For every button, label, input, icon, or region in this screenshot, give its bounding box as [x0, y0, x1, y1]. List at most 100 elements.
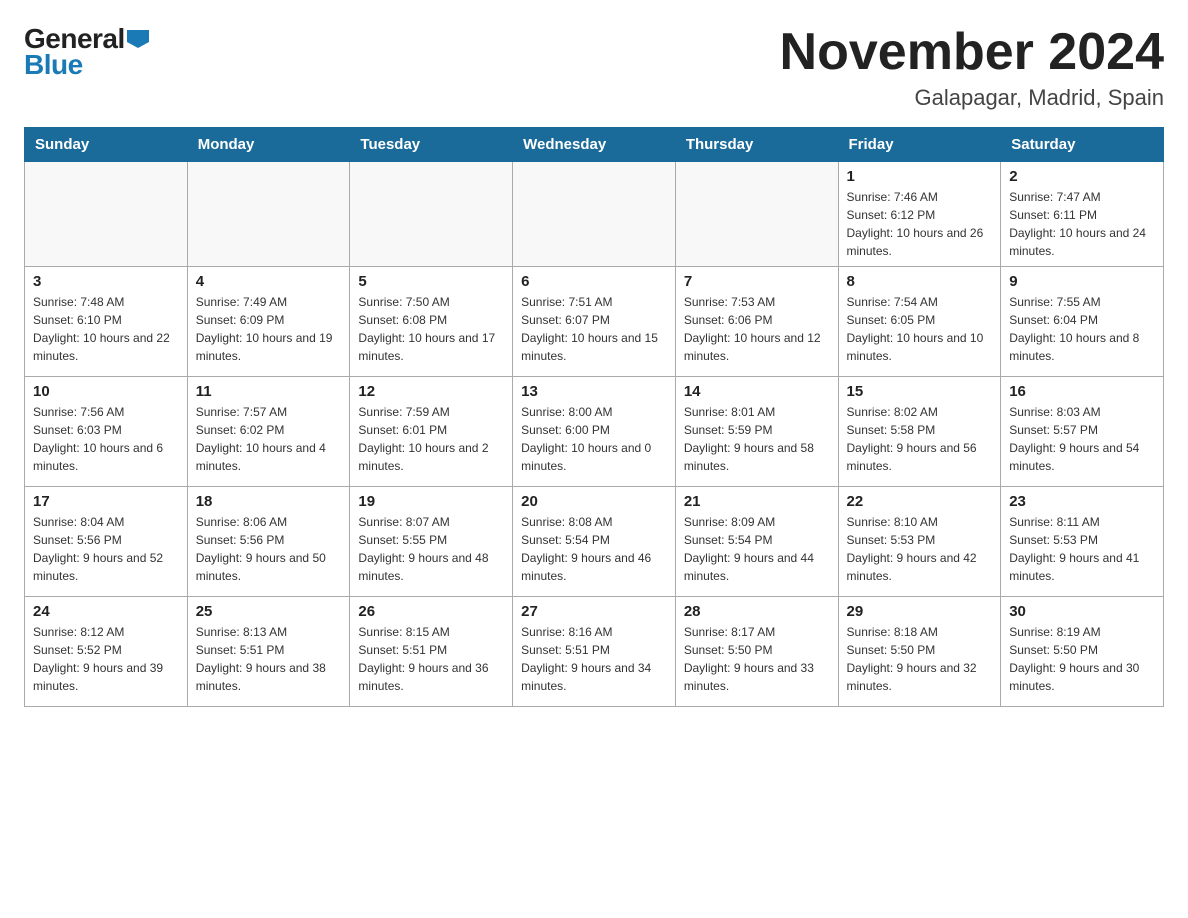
logo-blue-text: Blue: [24, 49, 83, 81]
calendar-cell: [350, 162, 513, 267]
calendar-cell: 25 Sunrise: 8:13 AMSunset: 5:51 PMDayligh…: [187, 597, 350, 707]
calendar-cell: 2 Sunrise: 7:47 AMSunset: 6:11 PMDaylight…: [1001, 162, 1164, 267]
day-info: Sunrise: 7:48 AMSunset: 6:10 PMDaylight:…: [33, 293, 179, 365]
calendar-title: November 2024: [780, 24, 1164, 81]
day-info: Sunrise: 7:53 AMSunset: 6:06 PMDaylight:…: [684, 293, 830, 365]
calendar-cell: 15 Sunrise: 8:02 AMSunset: 5:58 PMDayligh…: [838, 377, 1001, 487]
week-row-3: 10 Sunrise: 7:56 AMSunset: 6:03 PMDayligh…: [25, 377, 1164, 487]
calendar-cell: 10 Sunrise: 7:56 AMSunset: 6:03 PMDayligh…: [25, 377, 188, 487]
calendar-cell: 8 Sunrise: 7:54 AMSunset: 6:05 PMDaylight…: [838, 267, 1001, 377]
calendar-cell: 4 Sunrise: 7:49 AMSunset: 6:09 PMDaylight…: [187, 267, 350, 377]
weekday-header-friday: Friday: [838, 128, 1001, 162]
day-info: Sunrise: 8:19 AMSunset: 5:50 PMDaylight:…: [1009, 623, 1155, 695]
page-header: General Blue November 2024 Galapagar, Ma…: [24, 24, 1164, 111]
day-number: 6: [521, 273, 667, 290]
calendar-cell: 24 Sunrise: 8:12 AMSunset: 5:52 PMDayligh…: [25, 597, 188, 707]
day-info: Sunrise: 8:08 AMSunset: 5:54 PMDaylight:…: [521, 513, 667, 585]
day-number: 29: [847, 603, 993, 620]
logo-arrow-icon: [127, 30, 149, 48]
day-number: 13: [521, 383, 667, 400]
calendar-cell: [513, 162, 676, 267]
calendar-table: SundayMondayTuesdayWednesdayThursdayFrid…: [24, 127, 1164, 707]
calendar-cell: [675, 162, 838, 267]
weekday-header-saturday: Saturday: [1001, 128, 1164, 162]
title-block: November 2024 Galapagar, Madrid, Spain: [780, 24, 1164, 111]
calendar-cell: 5 Sunrise: 7:50 AMSunset: 6:08 PMDaylight…: [350, 267, 513, 377]
day-number: 1: [847, 168, 993, 185]
day-number: 10: [33, 383, 179, 400]
day-number: 24: [33, 603, 179, 620]
day-number: 11: [196, 383, 342, 400]
week-row-4: 17Sunrise: 8:04 AMSunset: 5:56 PMDayligh…: [25, 487, 1164, 597]
weekday-header-wednesday: Wednesday: [513, 128, 676, 162]
calendar-cell: 9 Sunrise: 7:55 AMSunset: 6:04 PMDaylight…: [1001, 267, 1164, 377]
day-info: Sunrise: 7:54 AMSunset: 6:05 PMDaylight:…: [847, 293, 993, 365]
weekday-header-sunday: Sunday: [25, 128, 188, 162]
calendar-cell: 12 Sunrise: 7:59 AMSunset: 6:01 PMDayligh…: [350, 377, 513, 487]
day-number: 9: [1009, 273, 1155, 290]
day-info: Sunrise: 7:56 AMSunset: 6:03 PMDaylight:…: [33, 403, 179, 475]
calendar-cell: 6 Sunrise: 7:51 AMSunset: 6:07 PMDaylight…: [513, 267, 676, 377]
day-info: Sunrise: 8:15 AMSunset: 5:51 PMDaylight:…: [358, 623, 504, 695]
day-number: 27: [521, 603, 667, 620]
day-number: 25: [196, 603, 342, 620]
week-row-2: 3 Sunrise: 7:48 AMSunset: 6:10 PMDaylight…: [25, 267, 1164, 377]
day-info: Sunrise: 8:11 AMSunset: 5:53 PMDaylight:…: [1009, 513, 1155, 585]
calendar-cell: 30 Sunrise: 8:19 AMSunset: 5:50 PMDayligh…: [1001, 597, 1164, 707]
day-info: Sunrise: 8:17 AMSunset: 5:50 PMDaylight:…: [684, 623, 830, 695]
day-info: Sunrise: 8:06 AMSunset: 5:56 PMDaylight:…: [196, 513, 342, 585]
calendar-cell: 19 Sunrise: 8:07 AMSunset: 5:55 PMDayligh…: [350, 487, 513, 597]
calendar-cell: 26 Sunrise: 8:15 AMSunset: 5:51 PMDayligh…: [350, 597, 513, 707]
day-info: Sunrise: 7:50 AMSunset: 6:08 PMDaylight:…: [358, 293, 504, 365]
calendar-cell: 23 Sunrise: 8:11 AMSunset: 5:53 PMDayligh…: [1001, 487, 1164, 597]
day-number: 8: [847, 273, 993, 290]
calendar-subtitle: Galapagar, Madrid, Spain: [780, 85, 1164, 111]
day-number: 12: [358, 383, 504, 400]
day-number: 30: [1009, 603, 1155, 620]
day-info: Sunrise: 8:12 AMSunset: 5:52 PMDaylight:…: [33, 623, 179, 695]
calendar-cell: 7 Sunrise: 7:53 AMSunset: 6:06 PMDaylight…: [675, 267, 838, 377]
calendar-cell: 28 Sunrise: 8:17 AMSunset: 5:50 PMDayligh…: [675, 597, 838, 707]
day-number: 22: [847, 493, 993, 510]
day-number: 2: [1009, 168, 1155, 185]
day-number: 18: [196, 493, 342, 510]
day-info: Sunrise: 7:51 AMSunset: 6:07 PMDaylight:…: [521, 293, 667, 365]
day-info: Sunrise: 8:07 AMSunset: 5:55 PMDaylight:…: [358, 513, 504, 585]
day-info: Sunrise: 7:57 AMSunset: 6:02 PMDaylight:…: [196, 403, 342, 475]
calendar-cell: [25, 162, 188, 267]
week-row-1: 1Sunrise: 7:46 AMSunset: 6:12 PMDaylight…: [25, 162, 1164, 267]
day-number: 17: [33, 493, 179, 510]
day-info: Sunrise: 7:59 AMSunset: 6:01 PMDaylight:…: [358, 403, 504, 475]
day-number: 4: [196, 273, 342, 290]
day-info: Sunrise: 8:10 AMSunset: 5:53 PMDaylight:…: [847, 513, 993, 585]
calendar-cell: 22 Sunrise: 8:10 AMSunset: 5:53 PMDayligh…: [838, 487, 1001, 597]
calendar-cell: 20 Sunrise: 8:08 AMSunset: 5:54 PMDayligh…: [513, 487, 676, 597]
week-row-5: 24 Sunrise: 8:12 AMSunset: 5:52 PMDayligh…: [25, 597, 1164, 707]
day-number: 3: [33, 273, 179, 290]
day-info: Sunrise: 8:00 AMSunset: 6:00 PMDaylight:…: [521, 403, 667, 475]
day-info: Sunrise: 7:49 AMSunset: 6:09 PMDaylight:…: [196, 293, 342, 365]
day-info: Sunrise: 8:13 AMSunset: 5:51 PMDaylight:…: [196, 623, 342, 695]
weekday-header-thursday: Thursday: [675, 128, 838, 162]
calendar-cell: 17Sunrise: 8:04 AMSunset: 5:56 PMDayligh…: [25, 487, 188, 597]
day-number: 28: [684, 603, 830, 620]
day-info: Sunrise: 7:55 AMSunset: 6:04 PMDaylight:…: [1009, 293, 1155, 365]
logo: General Blue: [24, 24, 149, 81]
day-number: 20: [521, 493, 667, 510]
day-number: 19: [358, 493, 504, 510]
day-number: 23: [1009, 493, 1155, 510]
day-info: Sunrise: 8:01 AMSunset: 5:59 PMDaylight:…: [684, 403, 830, 475]
day-number: 7: [684, 273, 830, 290]
day-number: 21: [684, 493, 830, 510]
calendar-cell: 29 Sunrise: 8:18 AMSunset: 5:50 PMDayligh…: [838, 597, 1001, 707]
day-number: 15: [847, 383, 993, 400]
day-info: Sunrise: 8:02 AMSunset: 5:58 PMDaylight:…: [847, 403, 993, 475]
day-info: Sunrise: 8:18 AMSunset: 5:50 PMDaylight:…: [847, 623, 993, 695]
day-number: 5: [358, 273, 504, 290]
calendar-cell: 18 Sunrise: 8:06 AMSunset: 5:56 PMDayligh…: [187, 487, 350, 597]
day-number: 26: [358, 603, 504, 620]
weekday-header-tuesday: Tuesday: [350, 128, 513, 162]
calendar-cell: 16Sunrise: 8:03 AMSunset: 5:57 PMDayligh…: [1001, 377, 1164, 487]
day-info: Sunrise: 7:47 AMSunset: 6:11 PMDaylight:…: [1009, 188, 1155, 260]
day-info: Sunrise: 8:16 AMSunset: 5:51 PMDaylight:…: [521, 623, 667, 695]
